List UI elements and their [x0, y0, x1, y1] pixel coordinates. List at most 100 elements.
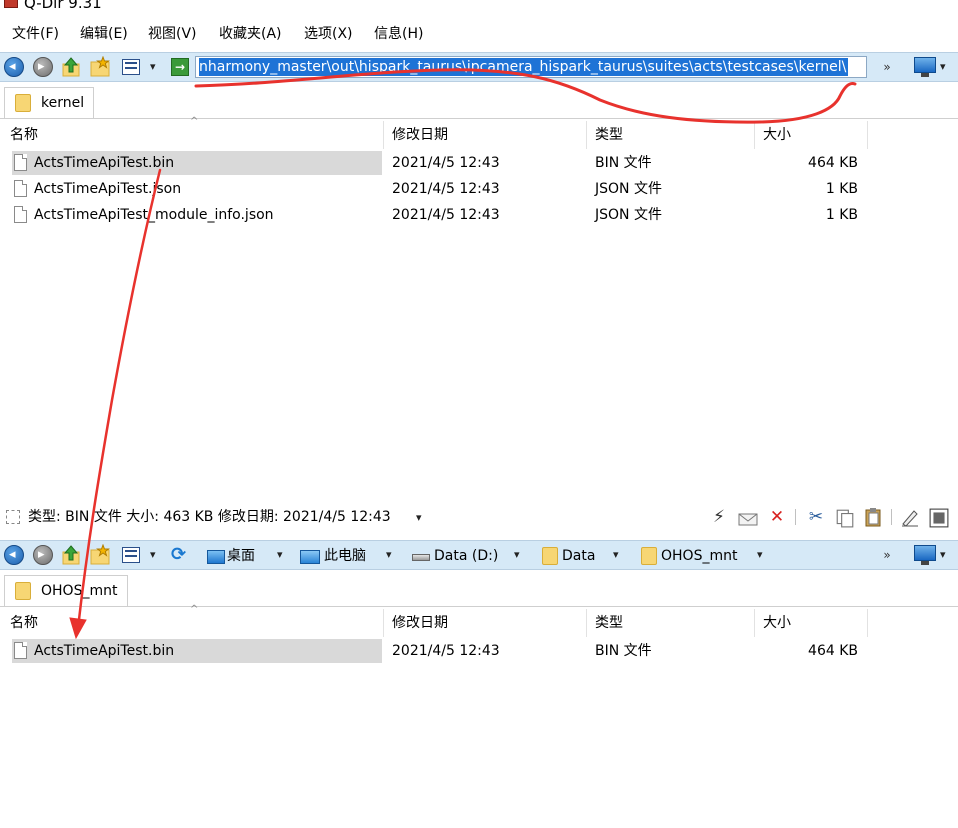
menu-file[interactable]: 文件(F) [12, 25, 59, 43]
name-cell: ActsTimeApiTest_module_info.json [12, 203, 382, 227]
refresh-icon[interactable]: ⟳ [171, 546, 189, 564]
name-cell: ActsTimeApiTest.json [12, 177, 382, 201]
layout-icon[interactable] [929, 508, 949, 528]
folder-icon [641, 547, 657, 565]
view-mode-icon[interactable] [122, 547, 140, 563]
file-type: BIN 文件 [595, 643, 652, 659]
file-date: 2021/4/5 12:43 [392, 181, 500, 197]
monitor-dropdown-icon[interactable]: ▾ [940, 60, 946, 73]
view-mode-dropdown-icon[interactable]: ▾ [150, 60, 156, 73]
sort-ascending-icon: ^ [190, 604, 199, 615]
monitor-icon[interactable] [914, 57, 936, 77]
breadcrumb-dropdown-icon[interactable]: ▾ [514, 548, 520, 561]
tab-label: kernel [41, 95, 85, 111]
top-tab-bar: kernel [0, 85, 958, 119]
back-arrow-icon: ◂ [9, 547, 16, 562]
breadcrumb-label: OHOS_mnt [661, 548, 738, 564]
forward-button[interactable]: ▸ [33, 57, 53, 77]
toolbar-separator [891, 509, 892, 525]
column-type[interactable]: 类型 [587, 121, 755, 149]
cut-icon[interactable]: ✂ [806, 507, 826, 527]
menu-favorites[interactable]: 收藏夹(A) [219, 25, 282, 43]
address-history-button[interactable]: » [872, 544, 902, 566]
column-type[interactable]: 类型 [587, 609, 755, 637]
breadcrumb-data-folder[interactable]: Data ▾ [542, 544, 632, 568]
folder-icon [15, 94, 31, 112]
file-size: 1 KB [825, 207, 858, 223]
copy-icon[interactable] [835, 508, 855, 528]
monitor-dropdown-icon[interactable]: ▾ [940, 548, 946, 561]
breadcrumb-label: 此电脑 [324, 548, 366, 564]
file-size: 1 KB [825, 181, 858, 197]
email-icon[interactable] [738, 509, 758, 529]
back-button[interactable]: ◂ [4, 57, 24, 77]
file-name: ActsTimeApiTest.bin [34, 155, 175, 171]
address-history-button[interactable]: » [872, 56, 902, 78]
paste-icon[interactable] [863, 507, 883, 527]
menu-bar: 文件(F) 编辑(E) 视图(V) 收藏夹(A) 选项(X) 信息(H) [0, 20, 958, 48]
file-type: BIN 文件 [595, 155, 652, 171]
favorite-folder-icon[interactable] [89, 56, 111, 78]
lightning-icon[interactable]: ⚡ [709, 507, 729, 527]
file-icon [14, 154, 27, 171]
breadcrumb-dropdown-icon[interactable]: ▾ [277, 548, 283, 561]
column-size[interactable]: 大小 [755, 609, 868, 637]
breadcrumb-dropdown-icon[interactable]: ▾ [386, 548, 392, 561]
file-icon [14, 206, 27, 223]
title-bar: Q-Dir 9.31 [0, 0, 958, 14]
column-modified[interactable]: 修改日期 [384, 609, 587, 637]
monitor-icon[interactable] [914, 545, 936, 565]
menu-view[interactable]: 视图(V) [148, 25, 197, 43]
forward-button[interactable]: ▸ [33, 545, 53, 565]
drive-icon [412, 554, 430, 561]
computer-icon [300, 550, 320, 564]
file-name: ActsTimeApiTest_module_info.json [34, 207, 274, 223]
column-modified[interactable]: 修改日期 [384, 121, 587, 149]
menu-edit[interactable]: 编辑(E) [80, 25, 128, 43]
breadcrumb-desktop[interactable]: 桌面 ▾ [205, 544, 295, 568]
file-date: 2021/4/5 12:43 [392, 155, 500, 171]
file-date: 2021/4/5 12:43 [392, 643, 500, 659]
back-button[interactable]: ◂ [4, 545, 24, 565]
window-title: Q-Dir 9.31 [24, 0, 102, 12]
breadcrumb-drive-d[interactable]: Data (D:) ▾ [412, 544, 532, 568]
table-row[interactable]: ActsTimeApiTest.json 2021/4/5 12:43 JSON… [0, 177, 958, 203]
breadcrumb-label: 桌面 [227, 548, 255, 564]
name-cell: ActsTimeApiTest.bin [12, 151, 382, 175]
breadcrumb-this-pc[interactable]: 此电脑 ▾ [300, 544, 405, 568]
table-row[interactable]: ActsTimeApiTest.bin 2021/4/5 12:43 BIN 文… [0, 639, 958, 665]
delete-icon[interactable]: ✕ [767, 507, 787, 527]
file-type: JSON 文件 [595, 207, 662, 223]
folder-icon [542, 547, 558, 565]
properties-icon[interactable] [900, 507, 920, 527]
up-folder-icon[interactable] [61, 544, 81, 566]
forward-arrow-icon: ▸ [38, 547, 45, 562]
table-row[interactable]: ActsTimeApiTest.bin 2021/4/5 12:43 BIN 文… [0, 151, 958, 177]
address-input[interactable]: nharmony_master\out\hispark_taurus\ipcam… [195, 56, 867, 78]
breadcrumb-label: Data (D:) [434, 548, 499, 564]
file-type: JSON 文件 [595, 181, 662, 197]
view-mode-icon[interactable] [122, 59, 140, 75]
desktop-icon [207, 550, 225, 564]
column-size[interactable]: 大小 [755, 121, 868, 149]
menu-info[interactable]: 信息(H) [374, 25, 423, 43]
favorite-folder-icon[interactable] [89, 544, 111, 566]
bottom-toolbar: ◂ ▸ ▾ ⟳ 桌面 ▾ 此电脑 ▾ Data (D:) ▾ Data ▾ OH… [0, 540, 958, 570]
tab-kernel[interactable]: kernel [4, 87, 94, 118]
breadcrumb-dropdown-icon[interactable]: ▾ [613, 548, 619, 561]
tab-ohos-mnt[interactable]: OHOS_mnt [4, 575, 128, 606]
tab-label: OHOS_mnt [41, 583, 118, 599]
status-dropdown-icon[interactable]: ▾ [416, 511, 422, 524]
breadcrumb-dropdown-icon[interactable]: ▾ [757, 548, 763, 561]
breadcrumb-ohos-mnt[interactable]: OHOS_mnt ▾ [641, 544, 771, 568]
table-row[interactable]: ActsTimeApiTest_module_info.json 2021/4/… [0, 203, 958, 229]
selection-icon [6, 510, 20, 524]
name-cell: ActsTimeApiTest.bin [12, 639, 382, 663]
file-size: 464 KB [808, 155, 858, 171]
up-folder-icon[interactable] [61, 56, 81, 78]
address-text: nharmony_master\out\hispark_taurus\ipcam… [199, 58, 849, 76]
view-mode-dropdown-icon[interactable]: ▾ [150, 548, 156, 561]
menu-options[interactable]: 选项(X) [304, 25, 353, 43]
go-arrow-icon[interactable]: → [171, 58, 189, 76]
file-date: 2021/4/5 12:43 [392, 207, 500, 223]
